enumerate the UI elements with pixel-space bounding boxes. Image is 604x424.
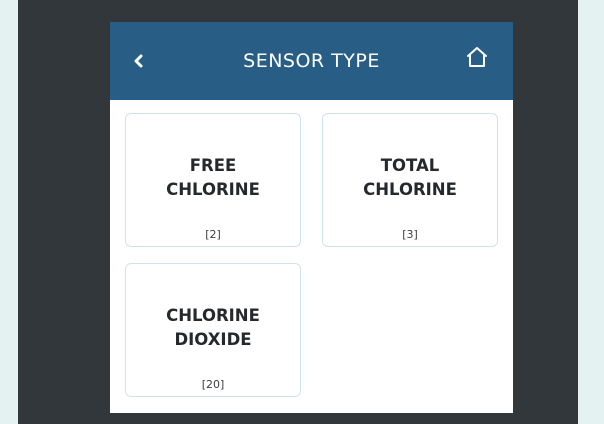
sensor-name: FREE CHLORINE	[126, 154, 300, 202]
header-bar: SENSOR TYPE	[110, 22, 513, 100]
sensor-tile-free-chlorine[interactable]: FREE CHLORINE [2]	[125, 113, 301, 247]
sensor-name-line: FREE	[189, 156, 237, 175]
sensor-tile-chlorine-dioxide[interactable]: CHLORINE DIOXIDE [20]	[125, 263, 301, 397]
home-button[interactable]	[460, 41, 494, 75]
home-icon	[467, 47, 487, 67]
sensor-code: [20]	[201, 378, 225, 391]
back-button[interactable]	[124, 46, 154, 76]
sensor-name-line: CHLORINE	[166, 180, 260, 199]
sensor-tile-total-chlorine[interactable]: TOTAL CHLORINE [3]	[322, 113, 498, 247]
page-title: SENSOR TYPE	[243, 50, 380, 72]
sensor-name-line: DIOXIDE	[174, 330, 252, 349]
sensor-code: [3]	[402, 228, 418, 241]
sensor-name-line: CHLORINE	[363, 180, 457, 199]
chevron-left-icon	[134, 54, 143, 68]
sensor-name: TOTAL CHLORINE	[323, 154, 497, 202]
device-frame: SENSOR TYPE FREE CHLORINE [2] TOTAL CHLO…	[18, 0, 578, 424]
sensor-name-line: TOTAL	[380, 156, 440, 175]
sensor-name-line: CHLORINE	[166, 306, 260, 325]
sensor-type-screen: SENSOR TYPE FREE CHLORINE [2] TOTAL CHLO…	[110, 22, 513, 413]
sensor-name: CHLORINE DIOXIDE	[126, 304, 300, 352]
sensor-code: [2]	[205, 228, 221, 241]
